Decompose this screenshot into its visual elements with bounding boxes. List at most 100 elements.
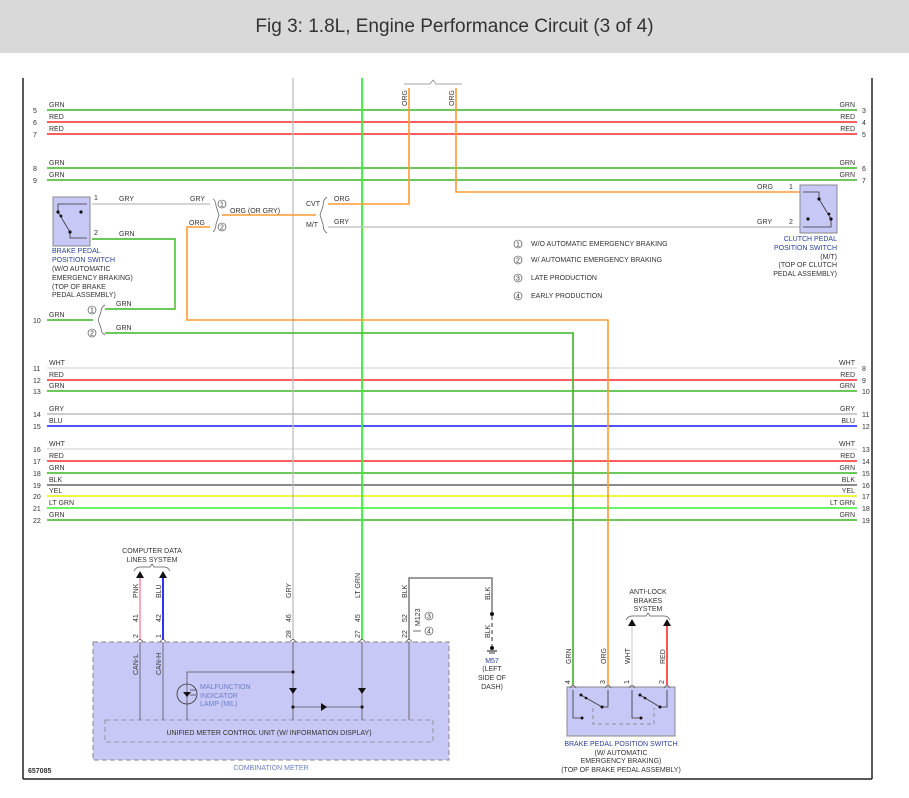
wire-org-clutch — [455, 88, 818, 193]
option-number: 2 — [90, 331, 94, 338]
pin-number-right: 7 — [862, 178, 866, 185]
data-lines-label: LINES SYSTEM — [127, 557, 178, 564]
wire-label: ORG — [757, 184, 773, 191]
data-lines-label: COMPUTER DATA — [122, 548, 182, 555]
pin-number-left: 17 — [33, 459, 41, 466]
data-lines-bracket — [133, 563, 171, 572]
legend-number: 4 — [516, 294, 520, 301]
pin-number-right: 15 — [862, 471, 870, 478]
wire-label-right: GRN — [839, 383, 855, 390]
pin-number-left: 12 — [33, 378, 41, 385]
component-label: BRAKE PEDAL — [52, 248, 101, 255]
wire-label-left: GRY — [49, 406, 64, 413]
pin-number-right: 19 — [862, 518, 870, 525]
pin-number: 1 — [94, 195, 98, 202]
wire-label: GRN — [566, 648, 573, 664]
pin-number-left: 14 — [33, 412, 41, 419]
trans-bracket — [319, 196, 328, 234]
wire-label-right: GRN — [839, 160, 855, 167]
pin-number-right: 17 — [862, 494, 870, 501]
abs-label: BRAKES — [634, 598, 663, 605]
component-note: (W/O AUTOMATIC — [52, 266, 110, 273]
arrow-up-icon — [136, 571, 144, 578]
wire-label-right: GRY — [840, 406, 855, 413]
legend-text: LATE PRODUCTION — [531, 275, 597, 282]
pin-number-right: 14 — [862, 459, 870, 466]
wire-label: BLK — [485, 624, 492, 638]
component-label: CLUTCH PEDAL — [784, 236, 837, 243]
legend-text: W/ AUTOMATIC EMERGENCY BRAKING — [531, 257, 662, 264]
option-number: 1 — [90, 308, 94, 315]
component-label: POSITION SWITCH — [774, 245, 837, 252]
wire-label-right: GRN — [839, 172, 855, 179]
wire-label-left: BLK — [49, 477, 63, 484]
pin-number-left: 21 — [33, 506, 41, 513]
pin-number-left: 13 — [33, 389, 41, 396]
arrow-up-icon — [628, 619, 636, 626]
connector-pin: 45 — [355, 614, 362, 622]
wire-label-left: GRN — [49, 172, 65, 179]
wire-label-right: LT GRN — [830, 500, 855, 507]
wire-label: GRY — [334, 219, 349, 226]
component-note: (W/ AUTOMATIC — [594, 750, 647, 757]
component-note: (TOP OF BRAKE PEDAL ASSEMBLY) — [561, 767, 681, 774]
wire-label: ORG (OR GRY) — [230, 208, 280, 215]
wire-label: GRN — [49, 312, 65, 319]
pin-number: 3 — [600, 680, 607, 684]
component-note: (M/T) — [820, 254, 837, 261]
wire-label: PNK — [133, 583, 140, 598]
option-number: 2 — [220, 225, 224, 232]
pin-number-left: 8 — [33, 166, 37, 173]
component-note: PEDAL ASSEMBLY) — [773, 271, 837, 278]
pin-number-right: 4 — [862, 120, 866, 127]
wire-label-right: WHT — [839, 441, 856, 448]
wire-label: GRY — [286, 583, 293, 598]
pin-number: 4 — [565, 680, 572, 684]
meter-pin: 2 — [133, 634, 140, 638]
pin-number: 10 — [33, 318, 41, 325]
connector-pin: 46 — [286, 614, 293, 622]
wire-label-left: RED — [49, 114, 64, 121]
pin-number-right: 16 — [862, 483, 870, 490]
wire-label: GRN — [116, 325, 132, 332]
option-number: 3 — [427, 614, 431, 621]
wire-label: GRN — [116, 301, 132, 308]
mt-label: M/T — [306, 222, 319, 229]
component-label: BRAKE PEDAL POSITION SWITCH — [564, 741, 677, 748]
pin-number: 2 — [789, 219, 793, 226]
ground-icon — [487, 646, 497, 654]
ground-label: (LEFT — [482, 666, 502, 673]
wire-label-left: GRN — [49, 383, 65, 390]
abs-label: SYSTEM — [634, 606, 663, 613]
abs-label: ANTI-LOCK — [629, 589, 667, 596]
pin-number: 2 — [659, 680, 666, 684]
wire-label-left: BLU — [49, 418, 63, 425]
wire-label-left: WHT — [49, 441, 66, 448]
wire-label: WHT — [625, 647, 632, 664]
wire-label: LT GRN — [355, 573, 362, 598]
pin-number-left: 15 — [33, 424, 41, 431]
figure-code: 657085 — [28, 768, 51, 775]
brake-switch-2-pins: GRN 4 ORG 3 WHT 1 RED 2 — [565, 647, 671, 689]
wire-label-right: RED — [840, 372, 855, 379]
connector-pin: 41 — [133, 614, 140, 622]
top-bracket — [404, 79, 462, 85]
legend-text: W/O AUTOMATIC EMERGENCY BRAKING — [531, 241, 668, 248]
pin-number: 1 — [624, 680, 631, 684]
wire-label: GRN — [119, 231, 135, 238]
wire-label-right: RED — [840, 453, 855, 460]
meter-pin: 27 — [355, 630, 362, 638]
cvt-label: CVT — [306, 201, 321, 208]
mil-label: INDICATOR — [200, 693, 238, 700]
wire-label: BLK — [485, 586, 492, 600]
mil-label: LAMP (MIL) — [200, 701, 237, 708]
signal-label: CAN-L — [133, 654, 140, 675]
wire-label: GRY — [757, 219, 772, 226]
pin-number-left: 22 — [33, 518, 41, 525]
abs-bracket — [625, 612, 671, 621]
component-note: (TOP OF CLUTCH — [779, 262, 837, 269]
pin-number-left: 6 — [33, 120, 37, 127]
component-label: POSITION SWITCH — [52, 257, 115, 264]
pin-number-right: 8 — [862, 366, 866, 373]
option-number: 1 — [220, 202, 224, 209]
